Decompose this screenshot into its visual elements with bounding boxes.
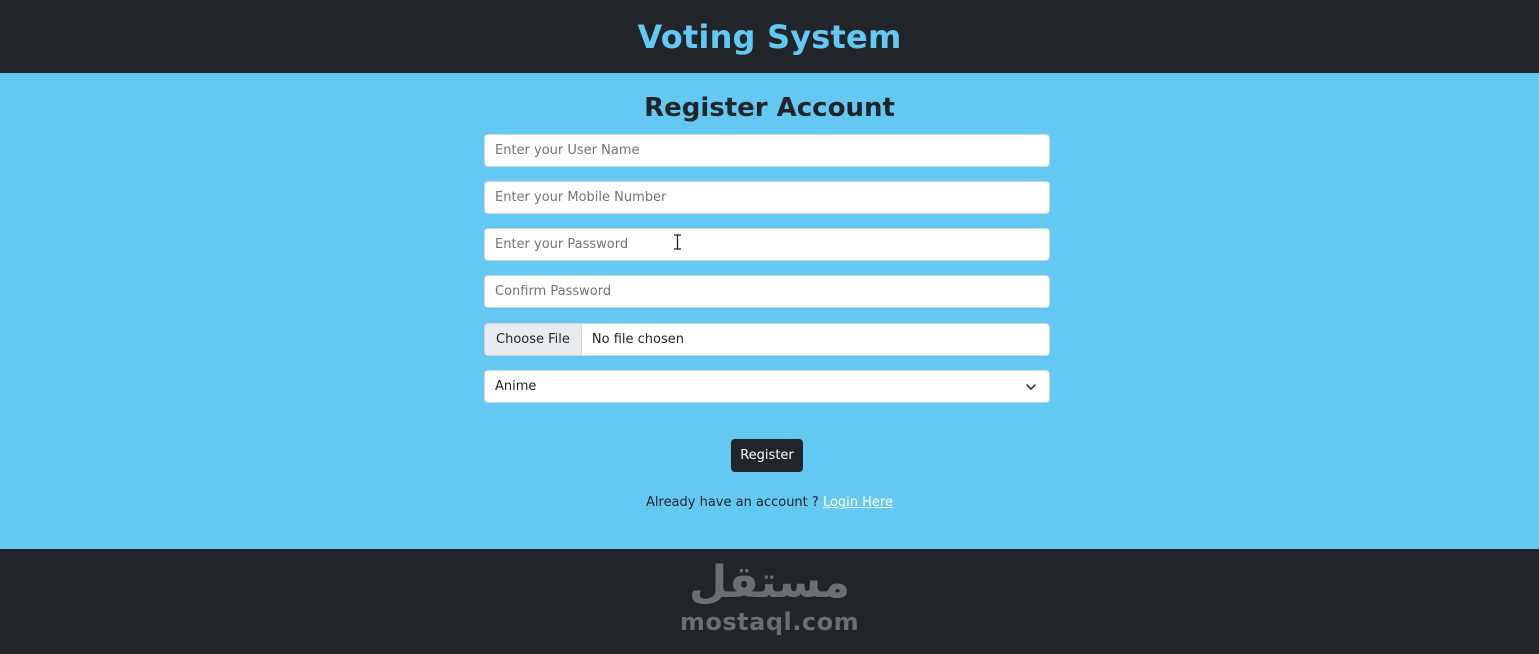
login-prompt-line: Already have an account ? Login Here [0, 495, 1539, 510]
username-input[interactable] [484, 134, 1050, 167]
footer: مستقل mostaql.com [0, 549, 1539, 654]
mobile-number-input[interactable] [484, 181, 1050, 214]
role-select-value: Anime [495, 379, 537, 394]
confirm-password-input[interactable] [484, 275, 1050, 308]
choose-file-button[interactable]: Choose File [485, 324, 582, 355]
site-title: Voting System [637, 17, 902, 56]
login-link[interactable]: Login Here [823, 495, 893, 510]
register-button[interactable]: Register [731, 439, 803, 472]
file-status-text: No file chosen [591, 332, 684, 347]
photo-file-input[interactable]: Choose File No file chosen [484, 323, 1050, 356]
watermark-latin: mostaql.com [679, 608, 860, 636]
watermark-logo: مستقل mostaql.com [0, 557, 1539, 635]
password-input[interactable] [484, 228, 1050, 261]
top-header: Voting System [0, 0, 1539, 73]
watermark-arabic: مستقل [689, 557, 850, 608]
role-select[interactable]: Anime [484, 370, 1050, 403]
login-prompt-text: Already have an account ? [646, 495, 819, 510]
chevron-down-icon [1025, 381, 1037, 393]
register-section: Register Account Choose File No file cho… [0, 73, 1539, 549]
form-title: Register Account [644, 93, 895, 123]
text-cursor-icon [673, 234, 682, 254]
